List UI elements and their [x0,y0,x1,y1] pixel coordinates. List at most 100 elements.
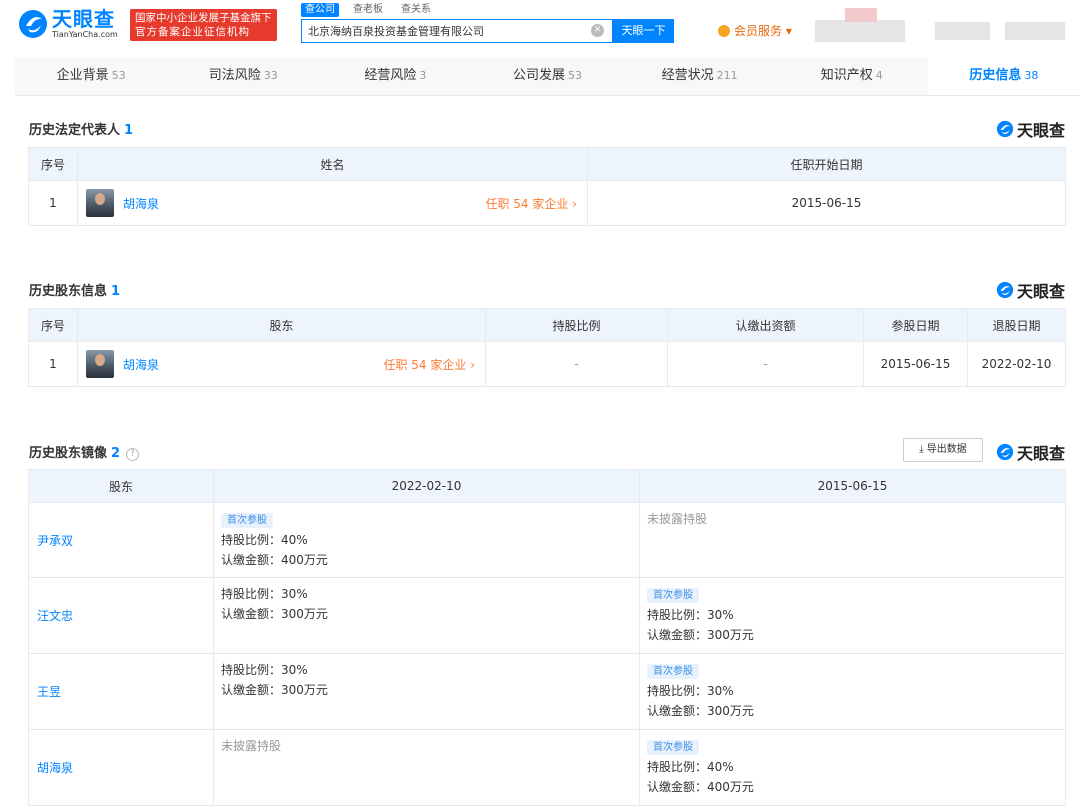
tab-label: 历史信息 [969,68,1022,83]
tab-count: 4 [875,69,883,82]
vip-service-menu[interactable]: 会员服务 ▾ [718,22,792,39]
snapshot-cell: 首次参股 持股比例：30% 认缴金额：300万元 [639,653,1066,730]
logo[interactable]: 天眼查 TianYanCha.com [18,8,118,40]
tab-operating-status[interactable]: 经营状况 211 [624,58,776,95]
shareholders-table: 序号 股东 持股比例 认缴出资额 参股日期 退股日期 1 胡海泉 任职 54 家… [28,308,1066,387]
vip-label: 会员服务 ▾ [734,24,792,38]
person-companies-link[interactable]: 任职 54 家企业 › [485,195,577,212]
blurred-user-name [935,22,990,40]
snapshot-cell: 持股比例：30% 认缴金额：300万元 [213,653,640,730]
brand-watermark: 天眼查 [996,278,1065,302]
col-header: 2015-06-15 [639,469,1066,503]
snapshot-cell: 未披露持股 [213,729,640,806]
search-button[interactable]: 天眼一下 [613,19,674,43]
col-header: 姓名 [77,147,588,181]
legal-rep-table: 序号 姓名 任职开始日期 1 胡海泉 任职 54 家企业 › 2015-06-1… [28,147,1066,226]
tab-count: 3 [419,69,427,82]
subscribed-amount: 认缴金额：400万元 [221,553,328,567]
share-ratio: 持股比例：40% [221,533,308,547]
snapshot-cell: 持股比例：30% 认缴金额：300万元 [213,577,640,654]
category-tabs: 企业背景 53 司法风险 33 经营风险 3 公司发展 53 经营状况 211 知识产权 4… [15,58,1080,96]
table-row: 1 胡海泉 任职 54 家企业 › - - 2015-06-15 2022-02… [28,341,1066,387]
subscribed-amount: 认缴金额：300万元 [221,607,328,621]
tab-count: 53 [111,69,126,82]
col-header: 股东 [77,308,486,342]
section-title-text: 历史法定代表人 [29,123,121,138]
first-share-badge: 首次参股 [221,513,273,528]
person-name-link[interactable]: 胡海泉 [123,195,159,212]
table-row: 1 胡海泉 任职 54 家企业 › 2015-06-15 [28,180,1066,226]
share-ratio: 持股比例：30% [647,608,734,622]
tab-company-development[interactable]: 公司发展 53 [471,58,623,95]
tianyancha-logo-icon [996,443,1014,461]
table-row: 汪文忠 持股比例：30% 认缴金额：300万元 首次参股 持股比例：30% 认缴… [28,577,1066,654]
tab-count: 53 [568,69,582,82]
undisclosed-text: 未披露持股 [647,512,708,526]
shareholder-name-link[interactable]: 胡海泉 [28,729,214,806]
tab-intellectual-property[interactable]: 知识产权 4 [776,58,928,95]
share-ratio: 持股比例：30% [221,587,308,601]
section-count: 1 [111,284,121,299]
brand-watermark: 天眼查 [996,117,1065,141]
shareholder-name-link[interactable]: 尹承双 [28,502,214,578]
snapshot-cell: 首次参股 持股比例：40% 认缴金额：400万元 [213,502,640,578]
share-ratio: 持股比例：30% [221,663,308,677]
tab-business-risk[interactable]: 经营风险 3 [319,58,471,95]
person-name-link[interactable]: 胡海泉 [123,356,159,373]
table-row: 王昱 持股比例：30% 认缴金额：300万元 首次参股 持股比例：30% 认缴金… [28,653,1066,730]
tab-label: 企业背景 [56,68,109,83]
search-tab-company[interactable]: 查公司 [301,3,339,17]
section-title-text: 历史股东镜像 [29,446,108,461]
help-icon[interactable]: ? [126,448,140,461]
table-row: 胡海泉 未披露持股 首次参股 持股比例：40% 认缴金额：400万元 [28,729,1066,806]
section-title-mirror: 历史股东镜像 2? [29,442,140,461]
person-companies-link[interactable]: 任职 54 家企业 › [383,356,475,373]
blurred-user-area [815,20,905,42]
subscribed-amount: 认缴金额：400万元 [647,780,754,794]
tab-label: 公司发展 [512,68,565,83]
export-data-button[interactable]: ⤓ 导出数据 [903,438,983,462]
col-header: 认缴出资额 [667,308,864,342]
badge-line-2: 官方备案企业征信机构 [135,26,250,38]
official-badge: 国家中小企业发展子基金旗下 官方备案企业征信机构 [130,9,277,41]
tab-count: 38 [1024,69,1039,82]
avatar[interactable] [86,350,114,378]
brand-text: 天眼查 [1016,444,1065,463]
col-header: 股东 [28,469,214,503]
tab-history-info[interactable]: 历史信息 38 [927,58,1080,95]
shareholder-name-link[interactable]: 王昱 [28,653,214,730]
search-type-tabs: 查公司 查老板 查关系 [301,3,435,17]
table-header-row: 序号 股东 持股比例 认缴出资额 参股日期 退股日期 [28,308,1066,342]
col-header: 退股日期 [967,308,1066,342]
search-input[interactable] [302,20,582,42]
avatar[interactable] [86,189,114,217]
badge-line-1: 国家中小企业发展子基金旗下 [135,12,272,24]
table-row: 尹承双 首次参股 持股比例：40% 认缴金额：400万元 未披露持股 [28,502,1066,578]
section-title-shareholders: 历史股东信息 1 [29,280,120,299]
snapshot-cell: 首次参股 持股比例：40% 认缴金额：400万元 [639,729,1066,806]
subscribed-amount: 认缴金额：300万元 [647,704,754,718]
logo-domain: TianYanCha.com [52,30,118,39]
subscribed-amount: 认缴金额：300万元 [647,628,754,642]
tab-judicial-risk[interactable]: 司法风险 33 [167,58,319,95]
top-bar: 天眼查 TianYanCha.com 国家中小企业发展子基金旗下 官方备案企业征… [0,0,1080,58]
col-header: 持股比例 [485,308,668,342]
subscribed-amount: - [667,341,864,387]
tianyancha-logo-icon [19,10,47,38]
tab-company-background[interactable]: 企业背景 53 [15,58,167,95]
person-cell: 胡海泉 任职 54 家企业 › [77,341,486,387]
logo-text: 天眼查 [52,7,115,31]
col-header: 序号 [28,308,78,342]
search-tab-boss[interactable]: 查老板 [349,3,387,17]
tianyancha-logo-icon [996,120,1014,138]
table-header-row: 序号 姓名 任职开始日期 [28,147,1066,181]
search-tab-relation[interactable]: 查关系 [397,3,435,17]
tab-count: 33 [263,69,278,82]
section-title-legal-rep: 历史法定代表人 1 [29,119,133,138]
clear-icon[interactable]: ✕ [591,24,604,37]
section-title-text: 历史股东信息 [29,284,108,299]
section-count: 1 [124,123,134,138]
vip-crown-icon [718,24,730,37]
shareholder-mirror-table: 股东 2022-02-10 2015-06-15 尹承双 首次参股 持股比例：4… [28,469,1066,806]
shareholder-name-link[interactable]: 汪文忠 [28,577,214,654]
